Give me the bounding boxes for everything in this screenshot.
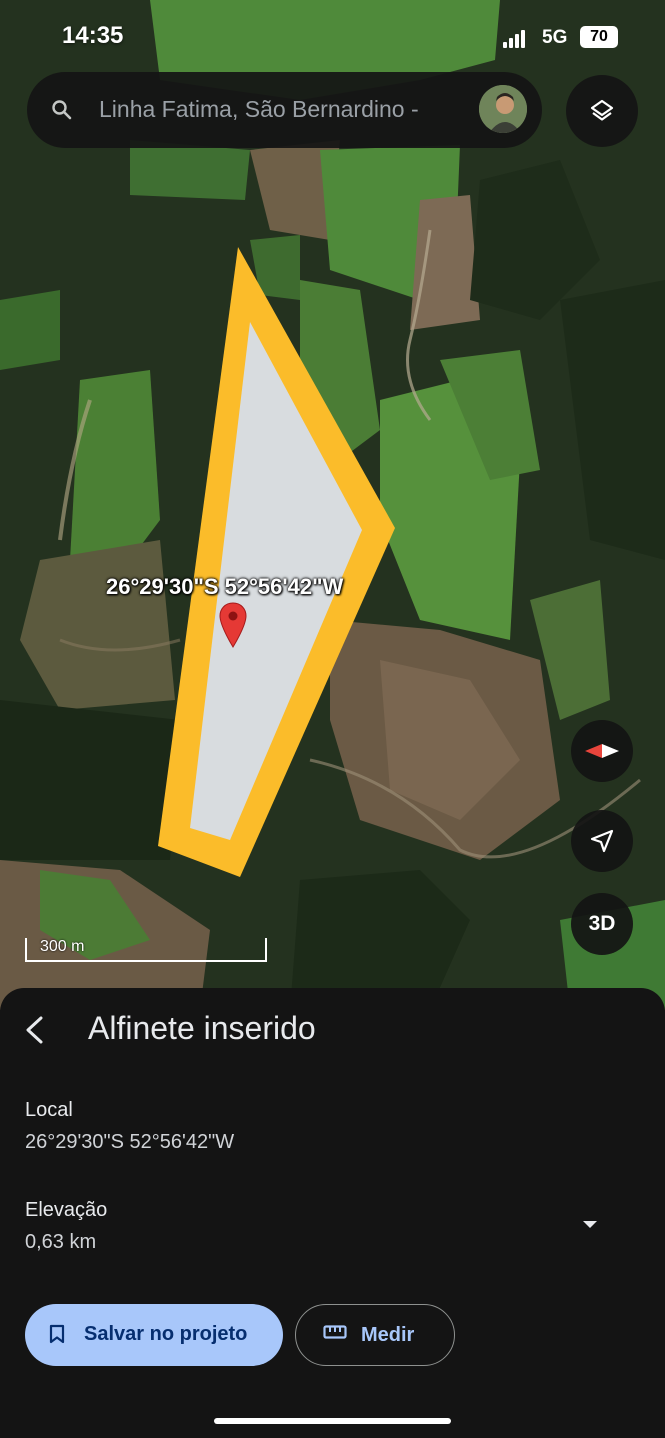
local-value: 26°29'30"S 52°56'42"W	[25, 1131, 235, 1153]
layers-button[interactable]	[566, 75, 638, 147]
battery-level: 70	[590, 28, 608, 45]
3d-toggle-button[interactable]: 3D	[571, 893, 633, 955]
elevation-value: 0,63 km	[25, 1231, 97, 1253]
save-to-project-button[interactable]: Salvar no projeto	[25, 1304, 283, 1366]
chevron-down-icon[interactable]	[580, 1217, 600, 1231]
save-button-label: Salvar no projeto	[84, 1323, 248, 1345]
elevation-label: Elevação	[25, 1199, 108, 1221]
battery-icon: 70	[580, 26, 618, 48]
location-pin-icon[interactable]	[218, 601, 248, 649]
compass-button[interactable]	[571, 720, 633, 782]
compass-icon	[585, 744, 619, 758]
ruler-icon	[323, 1325, 347, 1339]
search-input[interactable]: Linha Fatima, São Bernardino -	[99, 96, 464, 123]
home-indicator[interactable]	[214, 1418, 451, 1424]
status-bar: 14:35 5G 70	[0, 0, 665, 70]
sheet-title: Alfinete inserido	[88, 1010, 316, 1046]
scale-label: 300 m	[40, 938, 85, 955]
avatar-image	[479, 85, 527, 133]
scale-bar: 300 m	[25, 938, 267, 962]
status-time: 14:35	[62, 22, 124, 49]
local-label: Local	[25, 1099, 73, 1121]
map-terrain	[0, 0, 665, 1010]
layers-icon	[590, 99, 614, 121]
pin-coordinate-label: 26°29'30"S 52°56'42"W	[106, 574, 344, 599]
measure-button[interactable]: Medir	[295, 1304, 455, 1366]
avatar[interactable]	[479, 85, 527, 133]
my-location-button[interactable]	[571, 810, 633, 872]
search-icon	[52, 100, 72, 120]
bookmark-icon	[49, 1324, 65, 1344]
signal-icon	[503, 30, 529, 48]
network-label: 5G	[542, 27, 568, 48]
navigation-arrow-icon	[590, 829, 614, 853]
back-button[interactable]	[14, 1008, 58, 1052]
satellite-map[interactable]: 14:35 5G 70 Linha Fatima, São Bernardino…	[0, 0, 665, 1010]
back-arrow-icon	[26, 1016, 43, 1044]
measure-button-label: Medir	[361, 1324, 415, 1346]
